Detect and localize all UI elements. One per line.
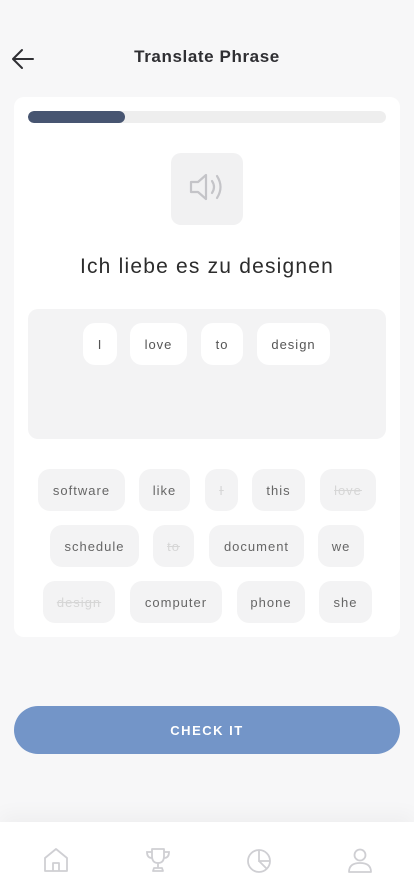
- word-chip-love[interactable]: love: [320, 469, 376, 511]
- phrase-text: Ich liebe es zu designen: [79, 255, 335, 278]
- word-chip-i[interactable]: I: [205, 469, 238, 511]
- word-chip-software[interactable]: software: [38, 469, 125, 511]
- pie-chart-icon[interactable]: [245, 846, 273, 874]
- word-chip-this[interactable]: this: [252, 469, 305, 511]
- speaker-button[interactable]: [171, 153, 243, 225]
- word-chip-phone[interactable]: phone: [237, 581, 305, 623]
- word-chip-computer[interactable]: computer: [130, 581, 222, 623]
- word-chip-document[interactable]: document: [209, 525, 304, 567]
- home-icon[interactable]: [42, 846, 70, 874]
- answer-chip[interactable]: to: [201, 323, 243, 365]
- progress-bar: [28, 111, 386, 123]
- bottom-tab-bar: [0, 822, 414, 896]
- answer-chip[interactable]: design: [257, 323, 330, 365]
- answer-area[interactable]: I love to design: [28, 309, 386, 439]
- word-chip-schedule[interactable]: schedule: [50, 525, 139, 567]
- trophy-icon[interactable]: [144, 846, 172, 874]
- word-chip-like[interactable]: like: [139, 469, 190, 511]
- lesson-card: Ich liebe es zu designen I love to desig…: [14, 97, 400, 637]
- answer-chip[interactable]: love: [130, 323, 187, 365]
- answer-chip[interactable]: I: [83, 323, 117, 365]
- progress-fill: [28, 111, 125, 123]
- speaker-icon: [187, 170, 227, 209]
- profile-icon[interactable]: [346, 846, 374, 874]
- word-chip-we[interactable]: we: [318, 525, 364, 567]
- page-title: Translate Phrase: [134, 47, 280, 66]
- word-chip-to[interactable]: to: [153, 525, 194, 567]
- word-chip-she[interactable]: she: [319, 581, 372, 623]
- check-it-button[interactable]: CHECK IT: [14, 706, 400, 754]
- word-chip-design[interactable]: design: [43, 581, 115, 623]
